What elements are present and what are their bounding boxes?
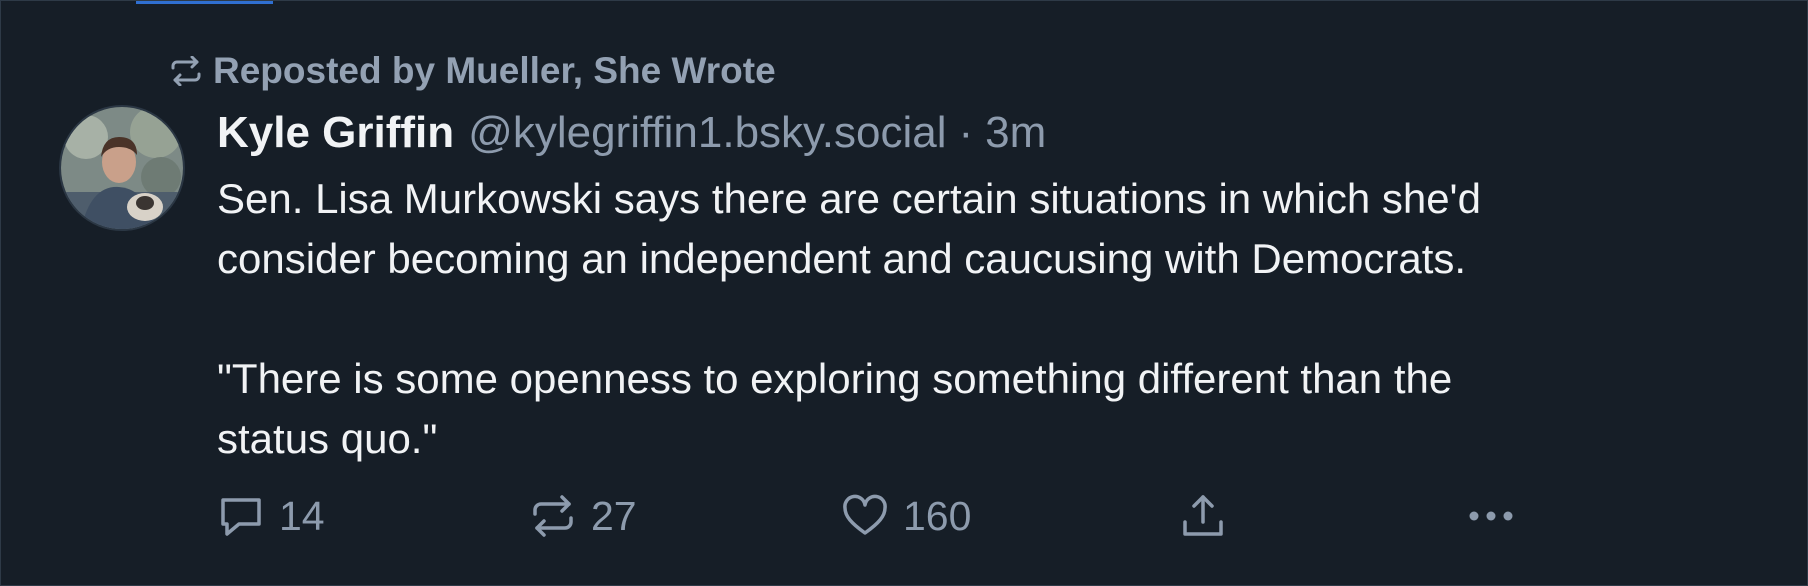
post-paragraph: "There is some openness to exploring som…	[217, 349, 1777, 469]
repost-attribution[interactable]: Reposted by Mueller, She Wrote	[169, 49, 776, 93]
heart-icon	[841, 492, 889, 540]
post-line: status quo."	[217, 415, 438, 462]
repost-count: 27	[591, 492, 637, 539]
ellipsis-icon	[1465, 492, 1517, 540]
like-count: 160	[903, 492, 972, 539]
selection-indicator	[136, 1, 273, 4]
post-line: "There is some openness to exploring som…	[217, 355, 1453, 402]
post-text: Sen. Lisa Murkowski says there are certa…	[217, 169, 1777, 469]
post-line: Sen. Lisa Murkowski says there are certa…	[217, 175, 1481, 222]
share-button[interactable]	[1179, 489, 1227, 543]
author-handle[interactable]: @kylegriffin1.bsky.social	[468, 105, 946, 161]
share-icon	[1179, 492, 1227, 540]
reply-button[interactable]: 14	[217, 489, 325, 543]
author-name[interactable]: Kyle Griffin	[217, 105, 454, 161]
like-button[interactable]: 160	[841, 489, 971, 543]
reply-count: 14	[279, 492, 325, 539]
post-actions: 14 27 160	[217, 489, 1537, 543]
repost-button[interactable]: 27	[529, 489, 637, 543]
post-timestamp[interactable]: 3m	[985, 105, 1046, 161]
post-line: consider becoming an independent and cau…	[217, 235, 1467, 282]
avatar[interactable]	[59, 105, 185, 231]
post-card[interactable]: Reposted by Mueller, She Wrote Kyle Grif…	[0, 0, 1808, 586]
repost-label: Reposted by Mueller, She Wrote	[213, 50, 776, 91]
repost-action-icon	[529, 492, 577, 540]
more-options-button[interactable]	[1465, 489, 1517, 543]
post-paragraph: Sen. Lisa Murkowski says there are certa…	[217, 169, 1777, 289]
header-separator: ·	[958, 108, 974, 157]
post-header: Kyle Griffin @kylegriffin1.bsky.social ·…	[217, 105, 1046, 161]
reply-icon	[217, 492, 265, 540]
repost-icon	[169, 56, 203, 86]
